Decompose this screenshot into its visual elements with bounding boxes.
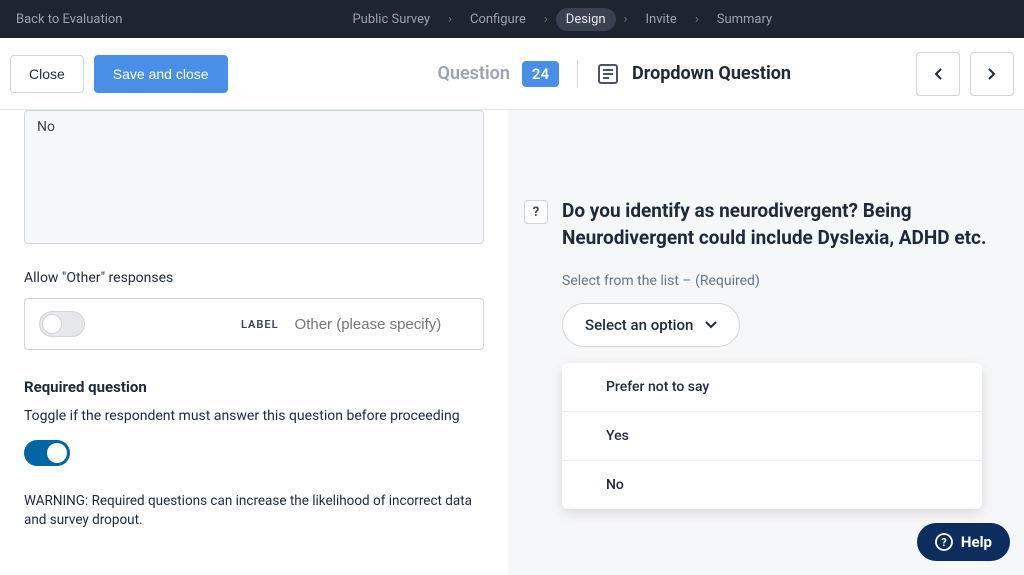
crumb-invite[interactable]: Invite [635,8,686,31]
topbar: Back to Evaluation Public Survey › Confi… [0,0,1024,38]
option-item[interactable]: Yes [562,412,982,461]
help-icon: ? [935,533,953,551]
option-item[interactable]: Prefer not to say [562,363,982,412]
header: Close Save and close Question 24 Dropdow… [0,38,1024,110]
option-item[interactable]: No [562,461,982,509]
editor-panel: Allow "Other" responses LABEL Required q… [0,110,508,575]
required-heading: Required question [24,378,484,396]
back-link[interactable]: Back to Evaluation [16,12,122,27]
allow-other-row: LABEL [24,298,484,350]
save-button[interactable]: Save and close [94,55,228,93]
preview-question-text: Do you identify as neurodivergent? Being… [562,198,996,251]
main: Allow "Other" responses LABEL Required q… [0,110,1024,575]
chevron-right-icon: › [544,12,548,27]
breadcrumb: Public Survey › Configure › Design › Inv… [342,8,782,31]
crumb-configure[interactable]: Configure [460,8,536,31]
header-center: Question 24 Dropdown Question [438,60,791,88]
svg-text:?: ? [941,536,947,549]
chevron-right-icon: › [448,12,452,27]
preview-panel: ? Do you identify as neurodivergent? Bei… [508,110,1024,575]
allow-other-toggle[interactable] [39,311,85,337]
prev-button[interactable] [916,52,960,96]
allow-other-label: Allow "Other" responses [24,270,484,286]
chevron-right-icon: › [624,12,628,27]
question-type-label: Dropdown Question [632,63,791,84]
required-description: Toggle if the respondent must answer thi… [24,408,484,424]
other-placeholder-input[interactable] [295,316,494,333]
question-type: Dropdown Question [596,62,791,86]
help-fab[interactable]: ? Help [917,523,1010,561]
dropdown-placeholder: Select an option [585,316,693,334]
preview-dropdown[interactable]: Select an option [562,303,740,347]
crumb-summary[interactable]: Summary [707,8,782,31]
options-panel: Prefer not to say Yes No [562,363,982,509]
question-number-badge: 24 [522,61,559,87]
options-textarea[interactable] [24,110,484,244]
help-label: Help [961,533,992,551]
preview-sub-label: Select from the list – (Required) [562,273,996,289]
question-label: Question [438,63,510,84]
divider [577,60,578,88]
label-tag: LABEL [241,318,279,331]
crumb-public-survey[interactable]: Public Survey [342,8,440,31]
chevron-right-icon: › [695,12,699,27]
question-help-badge[interactable]: ? [524,200,548,224]
dropdown-icon [596,62,620,86]
required-toggle[interactable] [24,440,70,466]
nav-arrows [916,52,1014,96]
chevron-down-icon [705,321,717,329]
chevron-right-icon [987,67,997,81]
close-button[interactable]: Close [10,55,84,93]
required-warning: WARNING: Required questions can increase… [24,492,484,530]
next-button[interactable] [970,52,1014,96]
crumb-design[interactable]: Design [556,8,616,31]
chevron-left-icon [933,67,943,81]
